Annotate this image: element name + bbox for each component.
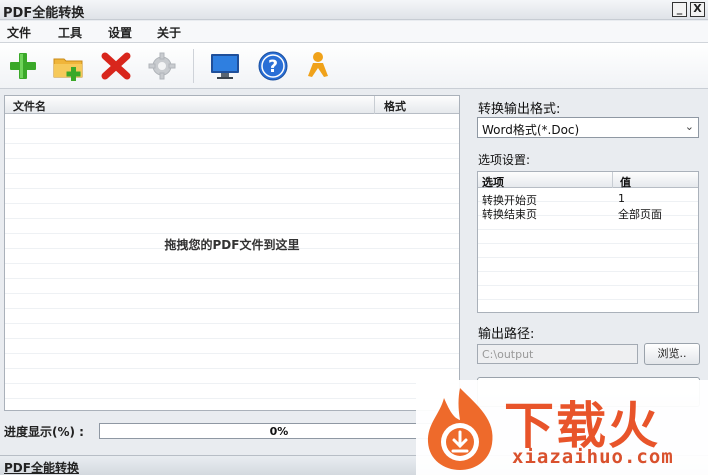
svg-text:?: ? [268, 57, 278, 77]
user-button[interactable] [301, 50, 335, 82]
progress-bar: 0% [99, 423, 459, 439]
minimize-button[interactable]: _ [672, 2, 687, 17]
add-icon [10, 53, 36, 79]
output-path-input[interactable]: C:\output [477, 344, 638, 364]
watermark-brand-en: xiazaihuo.com [512, 446, 674, 468]
browse-button[interactable]: 浏览.. [644, 343, 700, 365]
menu-settings[interactable]: 设置 [108, 24, 132, 41]
output-format-select[interactable]: Word格式(*.Doc) ⌄ [477, 117, 699, 138]
screen-button[interactable] [208, 50, 242, 82]
flame-logo-icon [427, 388, 493, 470]
add-folder-icon [53, 58, 83, 81]
output-format-value: Word格式(*.Doc) [482, 123, 580, 137]
status-text: PDF全能转换 [4, 461, 79, 475]
add-file-button[interactable] [6, 50, 40, 82]
option-end-page-value[interactable]: 全部页面 [618, 206, 662, 222]
column-filename[interactable]: 文件名 [13, 98, 46, 114]
watermark: 下载火 xiazaihuo.com [416, 380, 708, 475]
options-table: 选项 值 转换开始页 1 转换结束页 全部页面 [477, 171, 699, 313]
menu-tools[interactable]: 工具 [58, 24, 82, 41]
option-start-page-value[interactable]: 1 [618, 192, 625, 205]
file-list-rows [5, 114, 459, 410]
output-format-label: 转换输出格式: [478, 102, 561, 117]
toolbar: ? [0, 43, 708, 89]
help-icon: ? [258, 51, 288, 81]
menu-file[interactable]: 文件 [7, 24, 31, 41]
progress-label: 进度显示(%) : [4, 425, 84, 439]
title-bar: PDF全能转换 _ X [0, 0, 708, 21]
monitor-icon [211, 54, 239, 79]
toolbar-separator [193, 49, 194, 83]
option-end-page: 转换结束页 [482, 208, 537, 221]
chevron-down-icon: ⌄ [684, 120, 694, 133]
window-title: PDF全能转换 [3, 6, 85, 21]
user-icon [308, 52, 328, 77]
progress-text: 0% [269, 425, 289, 438]
close-button[interactable]: X [690, 2, 705, 17]
gear-icon [148, 52, 176, 80]
options-label: 选项设置: [478, 153, 531, 167]
output-path-label: 输出路径: [478, 327, 535, 342]
add-folder-button[interactable] [52, 50, 86, 82]
file-list-header: 文件名 格式 [5, 96, 459, 114]
menu-bar: 文件 工具 设置 关于 [0, 21, 708, 43]
file-list[interactable]: 文件名 格式 拖拽您的PDF文件到这里 [4, 95, 460, 411]
column-format[interactable]: 格式 [384, 98, 406, 114]
drop-hint: 拖拽您的PDF文件到这里 [164, 238, 300, 252]
delete-button[interactable] [99, 50, 133, 82]
delete-icon [101, 52, 131, 80]
help-button[interactable]: ? [256, 50, 290, 82]
options-header: 选项 值 [478, 172, 698, 189]
settings-button[interactable] [145, 50, 179, 82]
menu-about[interactable]: 关于 [157, 24, 181, 41]
